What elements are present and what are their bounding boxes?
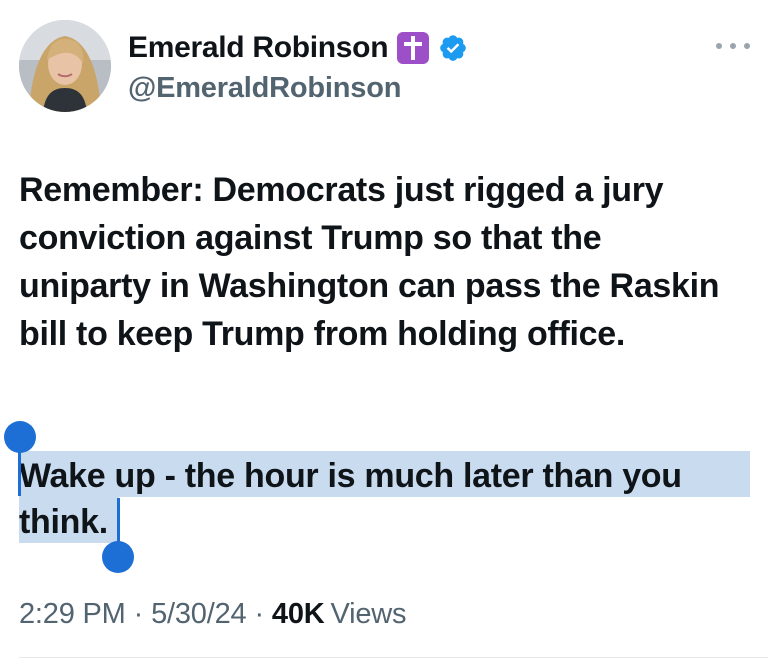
tweet-meta: 2:29 PM · 5/30/24 · 40K Views	[19, 598, 407, 631]
avatar-image	[19, 20, 111, 112]
views-count[interactable]: 40K	[272, 598, 325, 631]
selected-text-line: Wake up - the hour is much later than yo…	[19, 457, 682, 495]
tweet-text[interactable]: Remember: Democrats just rigged a jury c…	[19, 166, 739, 358]
divider	[19, 657, 768, 658]
author-display-name[interactable]: Emerald Robinson	[128, 31, 389, 65]
more-options-icon	[716, 43, 722, 49]
verified-badge-icon	[438, 33, 468, 63]
selected-text: Wake up - the hour is much later than yo…	[19, 453, 754, 545]
selected-text-line: think.	[19, 503, 108, 541]
latin-cross-icon	[396, 31, 430, 65]
tweet-paragraph-1: Remember: Democrats just rigged a jury c…	[19, 171, 720, 353]
more-options-icon-dot	[730, 43, 736, 49]
meta-separator: ·	[254, 598, 264, 630]
meta-separator: ·	[133, 598, 144, 630]
tweet-time[interactable]: 2:29 PM	[19, 598, 126, 631]
views-label[interactable]: Views	[331, 598, 407, 631]
more-options-button[interactable]	[716, 36, 750, 56]
tweet-date[interactable]: 5/30/24	[151, 598, 247, 631]
avatar[interactable]	[19, 20, 111, 112]
author-name-row: Emerald Robinson	[128, 28, 468, 68]
selection-end-handle[interactable]	[102, 541, 134, 573]
author-handle[interactable]: @EmeraldRobinson	[128, 72, 401, 105]
selection-start-handle[interactable]	[4, 421, 36, 453]
more-options-icon-dot	[744, 43, 750, 49]
